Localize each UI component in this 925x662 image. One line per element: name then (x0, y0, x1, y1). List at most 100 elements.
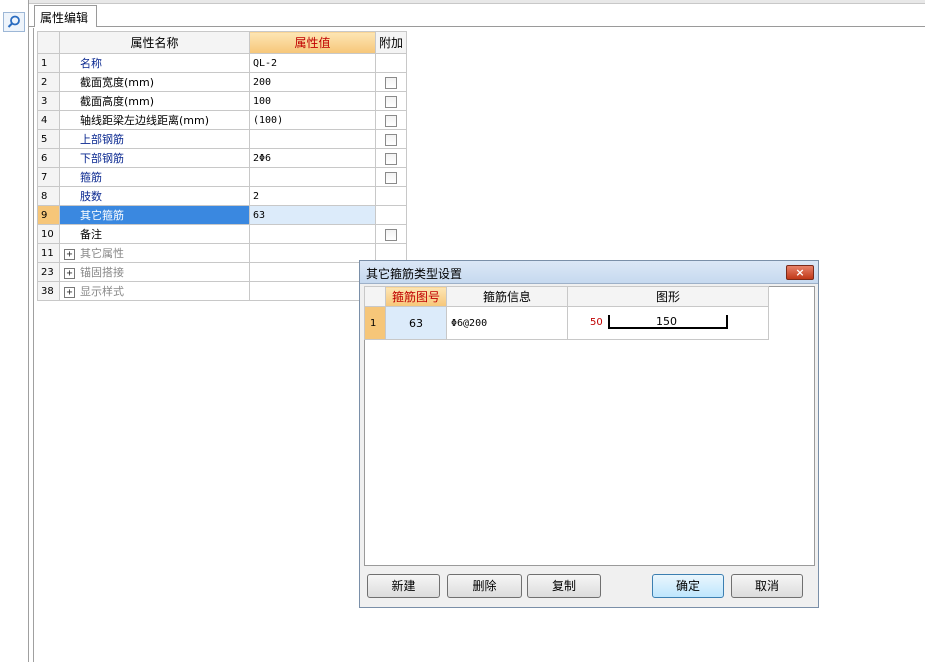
extra-cell (375, 186, 407, 206)
property-name[interactable]: 轴线距梁左边线距离(mm) (59, 110, 250, 130)
ok-button[interactable]: 确定 (652, 574, 724, 598)
property-name[interactable]: 上部钢筋 (59, 129, 250, 149)
dialog-title-bar[interactable]: 其它箍筋类型设置 × (360, 261, 818, 284)
stirrup-info[interactable]: Φ6@200 (446, 306, 568, 340)
extra-checkbox[interactable] (385, 152, 397, 165)
row-number: 11 (37, 243, 60, 263)
table-row[interactable]: 3 截面高度(mm) 100 (37, 91, 407, 111)
figure-hook-length: 50 (590, 317, 603, 328)
table-row[interactable]: 38 + 显示样式 (37, 281, 407, 301)
property-value[interactable]: 63 (249, 205, 376, 225)
row-number: 8 (37, 186, 60, 206)
tab-baseline (97, 26, 925, 27)
column-header-info[interactable]: 箍筋信息 (446, 286, 568, 307)
panel-divider (33, 28, 34, 662)
row-number: 2 (37, 72, 60, 92)
new-button[interactable]: 新建 (367, 574, 440, 598)
shape-number[interactable]: 63 (385, 306, 447, 340)
cancel-button[interactable]: 取消 (731, 574, 803, 598)
stirrup-table: 箍筋图号 箍筋信息 图形 1 63 Φ6@200 50 150 (364, 286, 769, 340)
property-name[interactable]: 下部钢筋 (59, 148, 250, 168)
extra-cell (375, 53, 407, 73)
table-row[interactable]: 7 箍筋 (37, 167, 407, 187)
column-header-shape-no[interactable]: 箍筋图号 (385, 286, 447, 307)
stirrup-figure[interactable]: 50 150 (567, 306, 769, 340)
table-row[interactable]: 10 备注 (37, 224, 407, 244)
extra-checkbox[interactable] (385, 95, 397, 108)
property-value[interactable]: 200 (249, 72, 376, 92)
table-row[interactable]: 1 63 Φ6@200 50 150 (364, 306, 769, 340)
property-name[interactable]: 截面宽度(mm) (59, 72, 250, 92)
row-number: 9 (37, 205, 60, 225)
property-name[interactable]: 名称 (59, 53, 250, 73)
copy-button[interactable]: 复制 (527, 574, 601, 598)
row-number: 23 (37, 262, 60, 282)
table-row[interactable]: 2 截面宽度(mm) 200 (37, 72, 407, 92)
property-value[interactable]: 2Φ6 (249, 148, 376, 168)
column-header-value[interactable]: 属性值 (249, 31, 376, 54)
table-row[interactable]: 4 轴线距梁左边线距离(mm) (100) (37, 110, 407, 130)
expand-icon[interactable]: + (64, 267, 75, 279)
property-name[interactable]: 肢数 (59, 186, 250, 206)
extra-cell (375, 205, 407, 225)
row-number: 1 (37, 53, 60, 73)
property-name[interactable]: 截面高度(mm) (59, 91, 250, 111)
property-name[interactable]: 备注 (59, 224, 250, 244)
tab-property-edit[interactable]: 属性编辑 (34, 5, 97, 27)
row-number: 10 (37, 224, 60, 244)
expand-icon[interactable]: + (64, 248, 75, 260)
search-button[interactable] (3, 12, 25, 32)
extra-checkbox[interactable] (385, 133, 397, 146)
extra-checkbox[interactable] (385, 76, 397, 89)
property-value[interactable]: QL-2 (249, 53, 376, 73)
delete-button[interactable]: 删除 (447, 574, 522, 598)
table-row-selected[interactable]: 9 其它箍筋 63 (37, 205, 407, 225)
property-value (249, 243, 376, 263)
top-strip (29, 0, 925, 4)
row-number: 3 (37, 91, 60, 111)
property-value[interactable]: (100) (249, 110, 376, 130)
property-name[interactable]: 其它箍筋 (59, 205, 250, 225)
stirrup-type-dialog: 其它箍筋类型设置 × 箍筋图号 箍筋信息 图形 1 63 Φ6@200 50 1… (359, 260, 819, 608)
property-value[interactable] (249, 129, 376, 149)
table-row[interactable]: 23 + 锚固搭接 (37, 262, 407, 282)
table-row[interactable]: 6 下部钢筋 2Φ6 (37, 148, 407, 168)
extra-checkbox[interactable] (385, 228, 397, 241)
property-group[interactable]: + 锚固搭接 (59, 262, 250, 282)
property-value (249, 281, 376, 301)
property-value[interactable]: 2 (249, 186, 376, 206)
table-row[interactable]: 1 名称 QL-2 (37, 53, 407, 73)
stirrup-list: 箍筋图号 箍筋信息 图形 1 63 Φ6@200 50 150 (364, 286, 815, 566)
left-panel (0, 0, 29, 662)
extra-checkbox[interactable] (385, 171, 397, 184)
column-header-extra[interactable]: 附加 (375, 31, 407, 54)
close-button[interactable]: × (786, 265, 814, 280)
property-group[interactable]: + 其它属性 (59, 243, 250, 263)
property-value (249, 262, 376, 282)
grid-corner (364, 286, 386, 307)
property-grid: 属性名称 属性值 附加 1 名称 QL-2 2 截面宽度(mm) 200 3 截… (37, 31, 407, 301)
extra-checkbox[interactable] (385, 114, 397, 127)
table-row[interactable]: 8 肢数 2 (37, 186, 407, 206)
figure-bar-length: 150 (656, 315, 677, 328)
column-header-figure[interactable]: 图形 (567, 286, 769, 307)
property-value[interactable] (249, 167, 376, 187)
property-value[interactable]: 100 (249, 91, 376, 111)
column-header-name[interactable]: 属性名称 (59, 31, 250, 54)
row-number: 38 (37, 281, 60, 301)
property-group[interactable]: + 显示样式 (59, 281, 250, 301)
row-number: 4 (37, 110, 60, 130)
group-label: 锚固搭接 (80, 266, 124, 279)
row-number: 1 (364, 306, 386, 340)
search-icon (7, 15, 20, 28)
property-name[interactable]: 箍筋 (59, 167, 250, 187)
row-number: 5 (37, 129, 60, 149)
row-number: 7 (37, 167, 60, 187)
dialog-title: 其它箍筋类型设置 (366, 267, 463, 281)
group-label: 显示样式 (80, 285, 124, 298)
group-label: 其它属性 (80, 247, 124, 260)
table-row[interactable]: 5 上部钢筋 (37, 129, 407, 149)
expand-icon[interactable]: + (64, 286, 75, 298)
property-value[interactable] (249, 224, 376, 244)
table-row[interactable]: 11 + 其它属性 (37, 243, 407, 263)
